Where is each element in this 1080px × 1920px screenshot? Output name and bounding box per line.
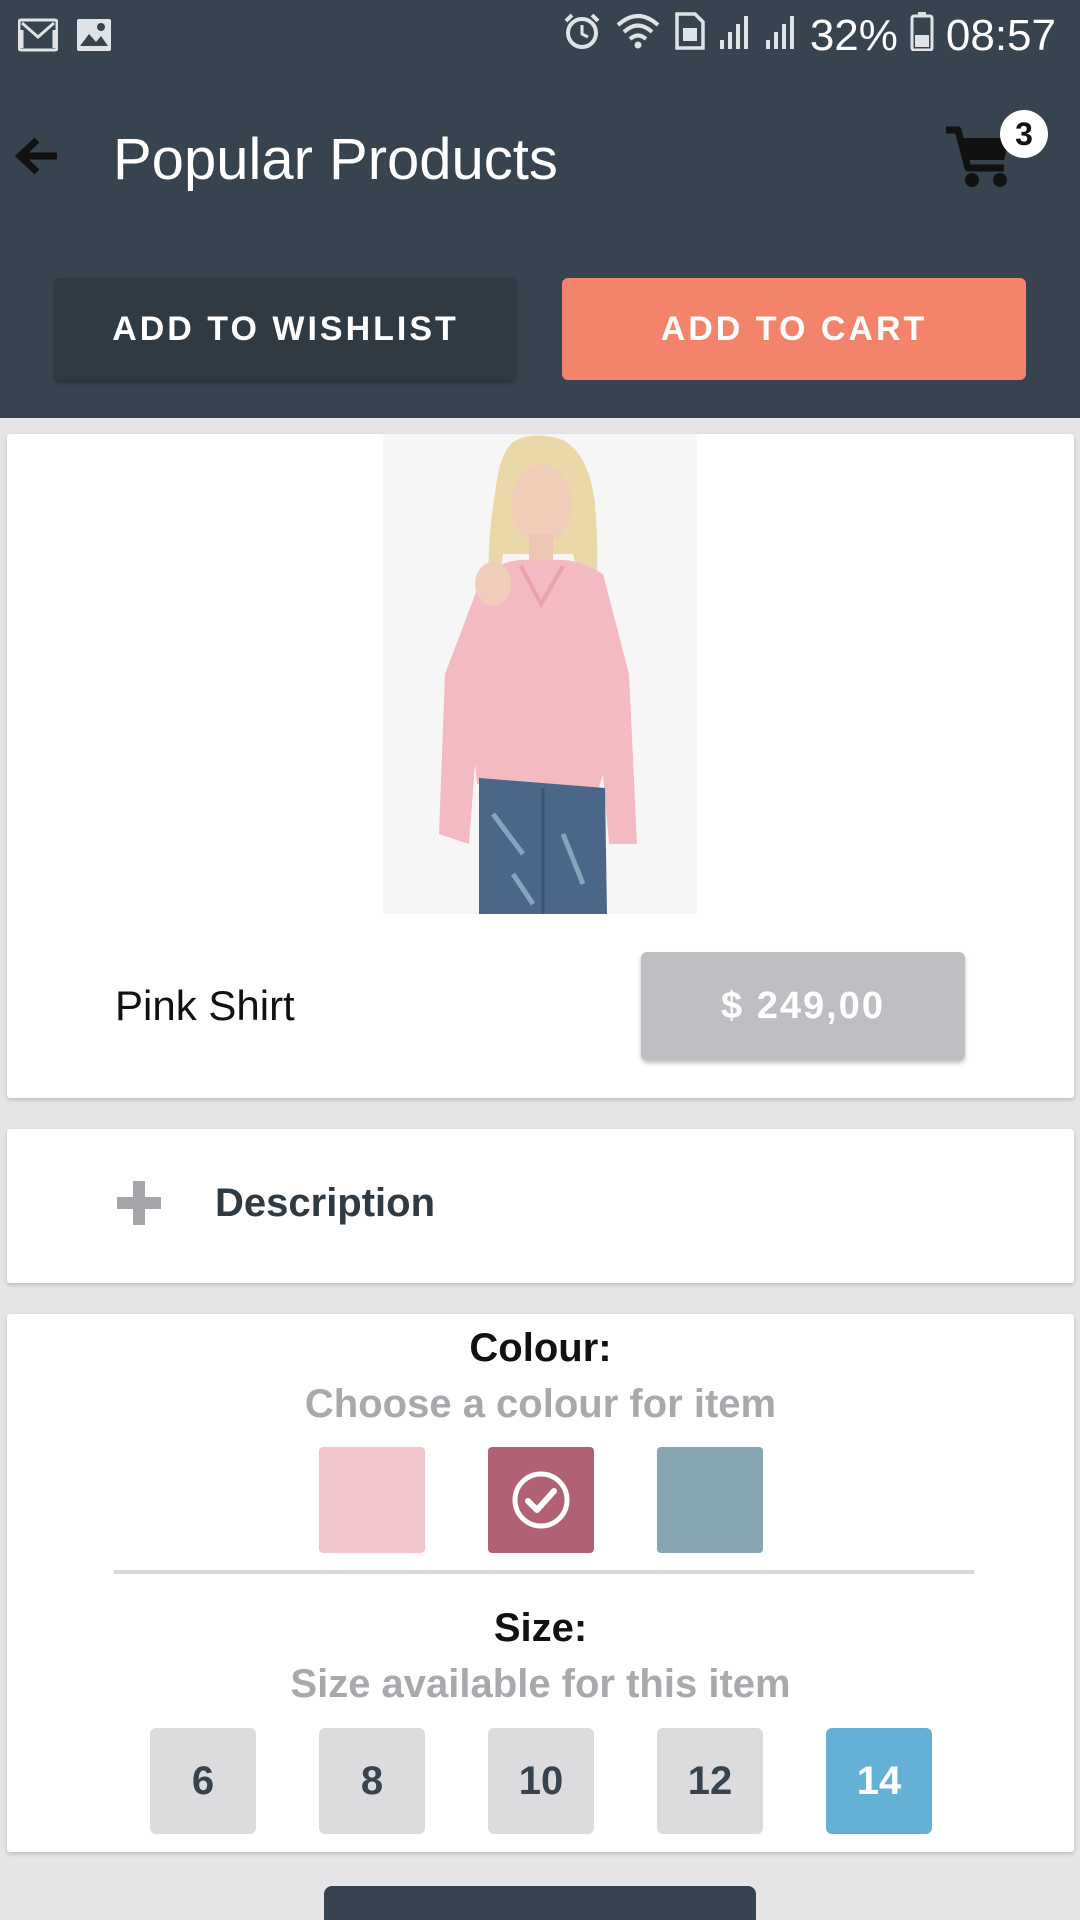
- cart-count-badge: 3: [1000, 110, 1048, 158]
- add-to-cart-button[interactable]: ADD TO CART: [562, 278, 1026, 380]
- signal-icon: [718, 11, 752, 61]
- gmail-icon: [17, 18, 59, 52]
- size-subtitle: Size available for this item: [290, 1662, 791, 1706]
- price-button[interactable]: $ 249,00: [641, 952, 965, 1060]
- signal-icon: [764, 11, 798, 61]
- size-option[interactable]: 8: [319, 1728, 425, 1834]
- status-bar: 32% 08:57: [0, 0, 1080, 72]
- clock: 08:57: [945, 11, 1056, 60]
- colour-subtitle: Choose a colour for item: [304, 1382, 777, 1426]
- sim-icon: [674, 11, 706, 62]
- gallery-icon: [76, 18, 116, 52]
- product-card: Pink Shirt $ 249,00: [7, 434, 1074, 1098]
- page-title: Popular Products: [113, 127, 558, 192]
- wifi-icon: [614, 11, 662, 62]
- size-option-selected[interactable]: 14: [826, 1728, 932, 1834]
- cart-button[interactable]: 3: [944, 110, 1054, 210]
- battery-percentage: 32%: [809, 11, 898, 60]
- battery-icon: [910, 11, 934, 62]
- product-image: [383, 434, 697, 914]
- description-toggle[interactable]: Description: [7, 1129, 1074, 1283]
- header-band: 32% 08:57 Popular Products 3 ADD TO WISH…: [0, 0, 1080, 418]
- colour-swatch-pink[interactable]: [319, 1447, 425, 1553]
- add-to-wishlist-button[interactable]: ADD TO WISHLIST: [54, 278, 517, 380]
- size-heading: Size:: [493, 1606, 588, 1650]
- plus-icon: [115, 1179, 163, 1227]
- arrow-left-icon: [14, 136, 61, 181]
- size-option[interactable]: 12: [657, 1728, 763, 1834]
- app-bar: Popular Products 3: [0, 80, 1080, 240]
- check-circle-icon: [511, 1470, 571, 1530]
- colour-swatch-rose[interactable]: [488, 1447, 594, 1553]
- alarm-icon: [562, 11, 602, 62]
- size-option[interactable]: 10: [488, 1728, 594, 1834]
- options-card: Colour: Choose a colour for item Size: S…: [7, 1314, 1074, 1852]
- product-name: Pink Shirt: [115, 982, 295, 1029]
- back-button[interactable]: [8, 128, 68, 188]
- colour-heading: Colour:: [469, 1326, 612, 1370]
- bottom-action-button[interactable]: [324, 1886, 756, 1920]
- colour-swatch-blue-grey[interactable]: [657, 1447, 763, 1553]
- divider: [114, 1570, 974, 1574]
- description-label: Description: [215, 1181, 436, 1225]
- action-buttons: ADD TO WISHLIST ADD TO CART: [0, 278, 1080, 382]
- size-option[interactable]: 6: [150, 1728, 256, 1834]
